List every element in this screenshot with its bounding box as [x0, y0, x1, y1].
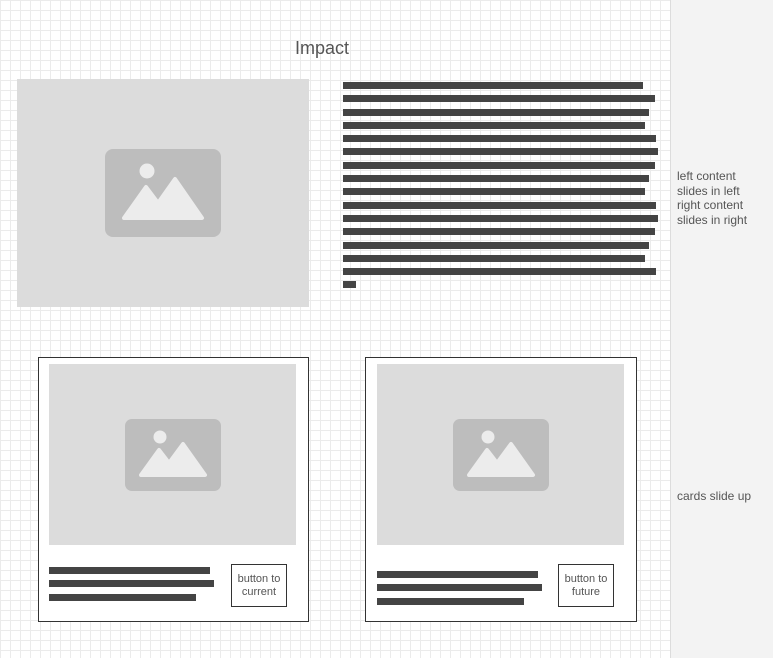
button-label-line: current — [241, 585, 277, 598]
card-current: button to current — [38, 357, 309, 622]
card-future: button to future — [365, 357, 637, 622]
text-line — [377, 584, 542, 592]
text-line — [343, 281, 356, 289]
text-line — [49, 580, 214, 588]
card-image-placeholder — [377, 364, 624, 545]
text-line — [343, 108, 649, 116]
text-line — [343, 161, 655, 169]
image-placeholder-icon — [105, 149, 221, 237]
note-line: right content — [677, 198, 744, 213]
text-line — [49, 567, 210, 574]
image-placeholder-icon — [125, 419, 221, 491]
button-label-line: button to — [564, 572, 608, 585]
text-line — [343, 214, 658, 222]
text-line — [343, 82, 643, 89]
text-line — [343, 95, 655, 103]
text-line — [343, 188, 645, 196]
hero-image-placeholder — [17, 79, 309, 307]
note-line: slides in right — [677, 212, 748, 227]
card-text-block — [377, 571, 542, 611]
text-line — [377, 571, 538, 578]
text-line — [377, 597, 524, 605]
text-line — [343, 175, 649, 183]
text-line — [343, 268, 656, 276]
text-line — [343, 121, 645, 129]
text-line — [343, 148, 658, 156]
button-label-line: future — [571, 585, 601, 598]
hero-animation-note: left content slides in left right conten… — [677, 169, 747, 227]
text-line — [343, 254, 645, 262]
button-to-future[interactable]: button to future — [558, 564, 614, 607]
note-line: cards slide up — [677, 489, 752, 503]
image-placeholder-icon — [453, 419, 549, 491]
text-line — [49, 593, 196, 601]
note-line: slides in left — [677, 183, 740, 198]
page-title: Impact — [294, 38, 350, 58]
button-to-current[interactable]: button to current — [231, 564, 287, 607]
button-label-line: button to — [237, 572, 281, 585]
annotation-panel — [670, 0, 773, 658]
text-line — [343, 241, 649, 249]
note-line: left content — [677, 169, 736, 183]
hero-text-block — [343, 82, 658, 295]
wireframe-canvas: Impact button to current button to futur… — [0, 0, 670, 658]
cards-animation-note: cards slide up — [677, 489, 751, 504]
card-image-placeholder — [49, 364, 296, 545]
text-line — [343, 201, 656, 209]
text-line — [343, 228, 655, 236]
text-line — [343, 135, 656, 143]
card-text-block — [49, 567, 214, 607]
